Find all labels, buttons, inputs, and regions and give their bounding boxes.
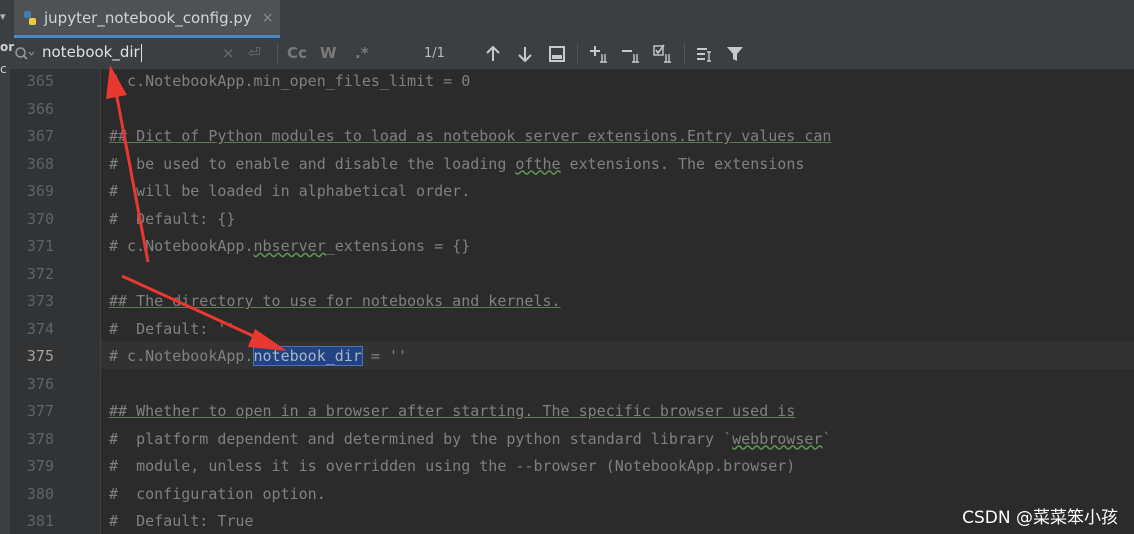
- annotation-arrow-down-head: [248, 329, 287, 351]
- csdn-watermark: CSDN @菜菜笨小孩: [962, 508, 1118, 528]
- panel-text-fragment: or: [0, 40, 15, 54]
- annotation-arrows: [106, 65, 287, 351]
- panel-text-fragment: c: [0, 62, 7, 76]
- collapse-caret-icon[interactable]: ▾: [0, 10, 6, 23]
- annotation-arrow-down: [121, 274, 263, 342]
- annotation-arrow-up-head: [106, 65, 127, 99]
- project-panel-edge: ▾ or c: [0, 0, 14, 534]
- annotation-arrow-up: [114, 91, 150, 263]
